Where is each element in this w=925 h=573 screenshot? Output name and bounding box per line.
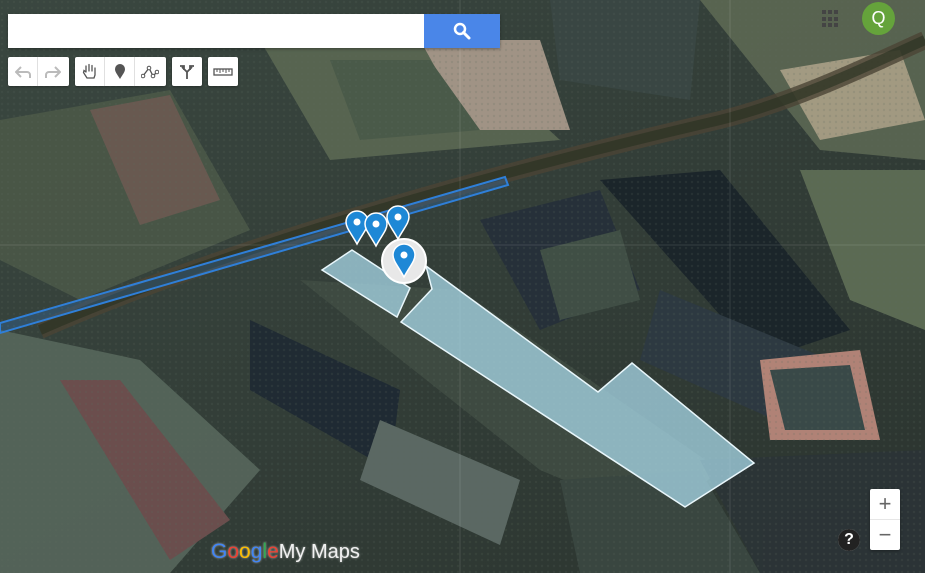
- add-marker-button[interactable]: [105, 57, 135, 86]
- drawing-tools-group: [75, 57, 166, 86]
- hand-icon: [82, 63, 96, 79]
- search-input[interactable]: [8, 14, 424, 48]
- measure-group: [208, 57, 238, 86]
- help-icon: ?: [838, 529, 860, 551]
- undo-button[interactable]: [8, 57, 38, 86]
- undo-icon: [14, 65, 31, 78]
- redo-button[interactable]: [38, 57, 68, 86]
- ruler-icon: [213, 67, 233, 76]
- directions-group: [172, 57, 202, 86]
- history-group: [8, 57, 69, 86]
- directions-icon: [180, 64, 194, 79]
- help-button[interactable]: ?: [838, 529, 860, 551]
- add-directions-button[interactable]: [172, 57, 202, 86]
- google-my-maps-logo: GoogleMy Maps: [211, 540, 360, 563]
- draw-line-icon: [141, 65, 159, 78]
- zoom-in-button[interactable]: +: [870, 489, 900, 520]
- marker-icon: [114, 64, 125, 79]
- select-items-button[interactable]: [75, 57, 105, 86]
- selected-map-pin[interactable]: [381, 238, 427, 284]
- apps-grid-icon[interactable]: [822, 10, 840, 28]
- draw-line-button[interactable]: [135, 57, 165, 86]
- account-avatar[interactable]: Q: [862, 2, 895, 35]
- search-bar: [8, 14, 500, 48]
- zoom-controls: + −: [870, 489, 900, 550]
- search-icon: [453, 22, 471, 40]
- zoom-out-button[interactable]: −: [870, 520, 900, 550]
- search-button[interactable]: [424, 14, 500, 48]
- redo-icon: [45, 65, 61, 78]
- measure-distances-button[interactable]: [208, 57, 238, 86]
